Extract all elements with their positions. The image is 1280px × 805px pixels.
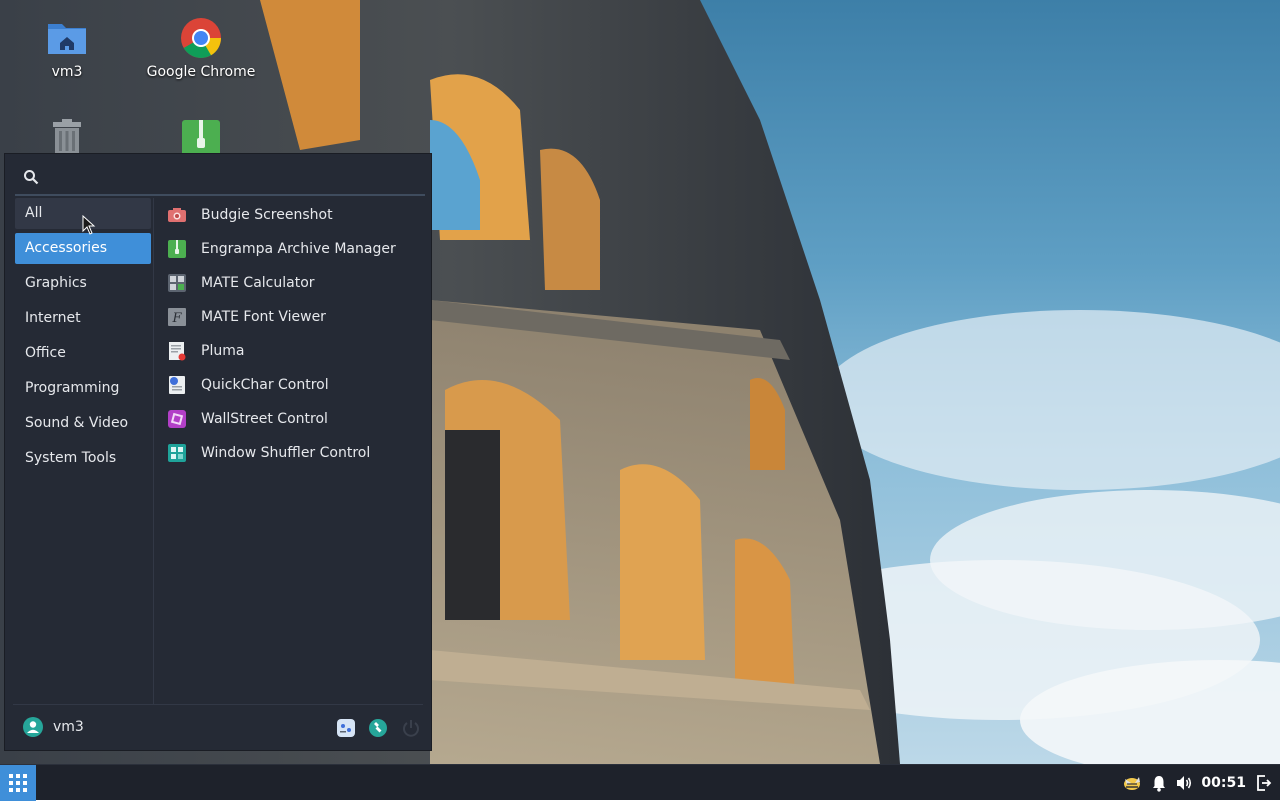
window-shuffler-icon (168, 444, 186, 462)
camera-icon (168, 208, 186, 222)
search-input[interactable] (47, 166, 421, 192)
volume-icon[interactable] (1175, 774, 1193, 792)
app-pluma[interactable]: Pluma (163, 334, 425, 368)
avatar (23, 717, 43, 737)
app-label: Window Shuffler Control (201, 445, 371, 461)
app-label: Engrampa Archive Manager (201, 241, 396, 257)
budgie-icon[interactable] (1121, 773, 1143, 793)
font-icon: F (168, 308, 186, 326)
app-mate-calculator[interactable]: MATE Calculator (163, 266, 425, 300)
archive-icon (168, 240, 186, 258)
desktop-icon-home[interactable]: vm3 (7, 16, 127, 80)
category-internet[interactable]: Internet (15, 303, 151, 334)
app-engrampa[interactable]: Engrampa Archive Manager (163, 232, 425, 266)
power-icon[interactable] (401, 718, 421, 738)
app-label: WallStreet Control (201, 411, 328, 427)
app-mate-font-viewer[interactable]: F MATE Font Viewer (163, 300, 425, 334)
category-list: All Accessories Graphics Internet Office… (13, 198, 154, 704)
app-quickchar-control[interactable]: QuickChar Control (163, 368, 425, 402)
category-programming[interactable]: Programming (15, 373, 151, 404)
app-grid-icon (9, 774, 27, 792)
category-graphics[interactable]: Graphics (15, 268, 151, 299)
app-label: MATE Calculator (201, 275, 315, 291)
app-label: QuickChar Control (201, 377, 329, 393)
chrome-icon (181, 18, 221, 58)
category-sound-video[interactable]: Sound & Video (15, 408, 151, 439)
application-menu: All Accessories Graphics Internet Office… (4, 153, 432, 751)
category-system-tools[interactable]: System Tools (15, 443, 151, 474)
home-folder-icon (48, 24, 86, 54)
category-accessories[interactable]: Accessories (15, 233, 151, 264)
app-list: Budgie Screenshot Engrampa Archive Manag… (163, 198, 425, 470)
user-name: vm3 (53, 719, 84, 735)
app-label: Budgie Screenshot (201, 207, 333, 223)
app-label: Pluma (201, 343, 245, 359)
text-editor-icon (169, 342, 186, 361)
calculator-icon (168, 274, 186, 292)
svg-text:F: F (171, 311, 182, 326)
wallstreet-icon (168, 410, 186, 428)
clock[interactable]: 00:51 (1201, 775, 1246, 791)
system-tools-icon[interactable] (368, 718, 388, 738)
menu-search-bar (15, 162, 425, 196)
search-icon (24, 170, 39, 185)
category-office[interactable]: Office (15, 338, 151, 369)
logout-icon[interactable] (1256, 774, 1272, 792)
mouse-cursor-icon (82, 215, 96, 235)
app-budgie-screenshot[interactable]: Budgie Screenshot (163, 198, 425, 232)
desktop-icon-chrome[interactable]: Google Chrome (141, 16, 261, 80)
desktop-icon-label: vm3 (51, 64, 83, 80)
system-tray: 00:51 (1121, 765, 1280, 801)
quickchar-icon (169, 376, 185, 394)
bottom-panel: 00:51 (0, 764, 1280, 801)
menu-footer: vm3 (13, 704, 423, 751)
app-window-shuffler-control[interactable]: Window Shuffler Control (163, 436, 425, 470)
app-wallstreet-control[interactable]: WallStreet Control (163, 402, 425, 436)
app-label: MATE Font Viewer (201, 309, 326, 325)
desktop-icon-label: Google Chrome (146, 64, 256, 80)
settings-icon[interactable] (336, 718, 356, 738)
notifications-icon[interactable] (1151, 774, 1167, 792)
app-menu-button[interactable] (0, 765, 36, 801)
